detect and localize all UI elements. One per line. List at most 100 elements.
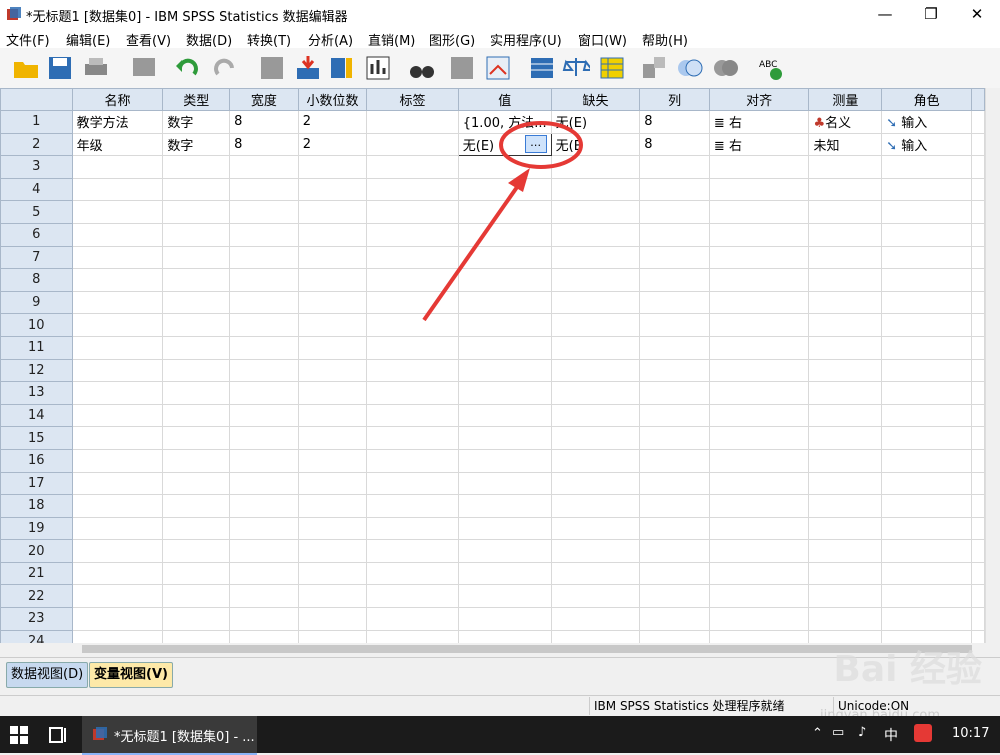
- empty-cell[interactable]: [708, 313, 810, 337]
- empty-cell[interactable]: [162, 381, 231, 405]
- empty-cell[interactable]: [71, 629, 164, 643]
- empty-cell[interactable]: [457, 584, 552, 609]
- empty-cell[interactable]: [457, 494, 552, 518]
- empty-cell[interactable]: [708, 448, 810, 473]
- row-number[interactable]: 6: [0, 222, 73, 247]
- empty-cell[interactable]: [71, 403, 164, 428]
- empty-cell[interactable]: [550, 313, 641, 337]
- empty-cell[interactable]: [297, 222, 368, 247]
- empty-cell[interactable]: [457, 290, 552, 315]
- print-icon[interactable]: [82, 54, 110, 82]
- empty-cell[interactable]: [708, 358, 810, 383]
- empty-cell[interactable]: [71, 539, 164, 563]
- empty-cell[interactable]: [297, 268, 368, 292]
- empty-cell[interactable]: [881, 358, 972, 383]
- minimize-button[interactable]: —: [862, 0, 908, 28]
- empty-cell[interactable]: [229, 381, 299, 405]
- empty-cell[interactable]: [162, 177, 231, 202]
- empty-cell[interactable]: [229, 177, 299, 202]
- menu-edit[interactable]: 编辑(E): [66, 30, 110, 49]
- vertical-scrollbar[interactable]: [985, 88, 1000, 643]
- cell-decimals[interactable]: 2: [297, 132, 368, 157]
- empty-cell[interactable]: [639, 290, 710, 315]
- empty-cell[interactable]: [457, 426, 552, 450]
- row-number[interactable]: 5: [0, 200, 73, 224]
- empty-cell[interactable]: [162, 313, 231, 337]
- save-icon[interactable]: [46, 54, 74, 82]
- row-number[interactable]: 13: [0, 381, 73, 405]
- empty-cell[interactable]: [881, 381, 972, 405]
- menu-direct-marketing[interactable]: 直销(M): [368, 30, 415, 49]
- empty-cell[interactable]: [550, 561, 641, 586]
- empty-cell[interactable]: [162, 268, 231, 292]
- empty-cell[interactable]: [708, 177, 810, 202]
- empty-cell[interactable]: [162, 155, 231, 179]
- empty-cell[interactable]: [71, 381, 164, 405]
- menu-utilities[interactable]: 实用程序(U): [490, 30, 562, 49]
- empty-cell[interactable]: [881, 335, 972, 360]
- redo-icon[interactable]: [210, 54, 238, 82]
- empty-cell[interactable]: [297, 200, 368, 224]
- cell-type[interactable]: 数字: [162, 110, 231, 134]
- col-header-align[interactable]: 对齐: [708, 88, 810, 111]
- empty-cell[interactable]: [808, 313, 883, 337]
- empty-cell[interactable]: [71, 290, 164, 315]
- chart-builder-icon[interactable]: [364, 54, 392, 82]
- variables-icon[interactable]: [328, 54, 356, 82]
- empty-cell[interactable]: [71, 313, 164, 337]
- empty-cell[interactable]: [808, 426, 883, 450]
- empty-cell[interactable]: [71, 200, 164, 224]
- empty-cell[interactable]: [550, 584, 641, 609]
- cell-type[interactable]: 数字: [162, 132, 231, 157]
- row-number[interactable]: 7: [0, 245, 73, 270]
- empty-cell[interactable]: [71, 471, 164, 496]
- empty-cell[interactable]: [881, 494, 972, 518]
- empty-cell[interactable]: [881, 561, 972, 586]
- empty-cell[interactable]: [550, 494, 641, 518]
- empty-cell[interactable]: [808, 584, 883, 609]
- empty-cell[interactable]: [366, 494, 459, 518]
- empty-cell[interactable]: [708, 403, 810, 428]
- empty-cell[interactable]: [708, 629, 810, 643]
- empty-cell[interactable]: [71, 335, 164, 360]
- empty-cell[interactable]: [457, 448, 552, 473]
- recall-dialog-icon[interactable]: [130, 54, 158, 82]
- show-all-variables-icon[interactable]: [712, 54, 740, 82]
- cell-columns[interactable]: 8: [639, 132, 710, 157]
- cell-decimals[interactable]: 2: [297, 110, 368, 134]
- empty-cell[interactable]: [229, 403, 299, 428]
- cell-name[interactable]: 年级: [71, 132, 164, 157]
- menu-help[interactable]: 帮助(H): [642, 30, 688, 49]
- col-header-decimals[interactable]: 小数位数: [297, 88, 368, 111]
- row-number[interactable]: 23: [0, 607, 73, 631]
- empty-cell[interactable]: [162, 494, 231, 518]
- sogou-ime-icon[interactable]: [914, 724, 932, 742]
- empty-cell[interactable]: [297, 335, 368, 360]
- empty-cell[interactable]: [162, 561, 231, 586]
- empty-cell[interactable]: [708, 584, 810, 609]
- empty-cell[interactable]: [162, 471, 231, 496]
- empty-cell[interactable]: [808, 177, 883, 202]
- empty-cell[interactable]: [366, 403, 459, 428]
- empty-cell[interactable]: [881, 177, 972, 202]
- insert-variable-icon[interactable]: [484, 54, 512, 82]
- menu-window[interactable]: 窗口(W): [578, 30, 627, 49]
- row-number[interactable]: 16: [0, 448, 73, 473]
- empty-cell[interactable]: [297, 539, 368, 563]
- empty-cell[interactable]: [366, 200, 459, 224]
- empty-cell[interactable]: [550, 155, 641, 179]
- row-number[interactable]: 21: [0, 561, 73, 586]
- empty-cell[interactable]: [708, 268, 810, 292]
- empty-cell[interactable]: [639, 358, 710, 383]
- empty-cell[interactable]: [639, 516, 710, 541]
- empty-cell[interactable]: [550, 290, 641, 315]
- empty-cell[interactable]: [808, 403, 883, 428]
- col-header-type[interactable]: 类型: [162, 88, 231, 111]
- find-binoculars-icon[interactable]: [408, 54, 436, 82]
- empty-cell[interactable]: [550, 629, 641, 643]
- empty-cell[interactable]: [71, 516, 164, 541]
- empty-cell[interactable]: [297, 313, 368, 337]
- menu-data[interactable]: 数据(D): [186, 30, 232, 49]
- empty-cell[interactable]: [229, 313, 299, 337]
- empty-cell[interactable]: [708, 494, 810, 518]
